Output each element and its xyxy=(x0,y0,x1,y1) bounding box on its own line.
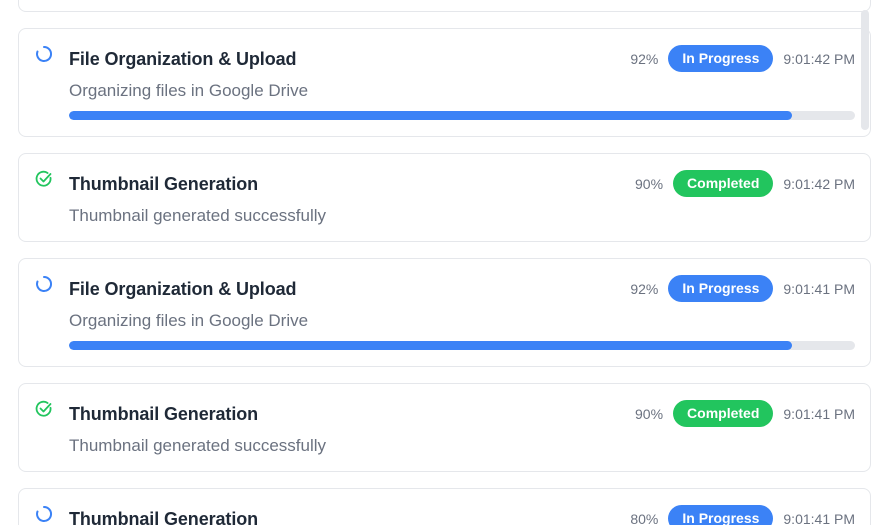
status-badge: Completed xyxy=(673,170,774,197)
activity-card: Thumbnail Generation Thumbnail generated… xyxy=(18,153,871,242)
activity-subtitle: Organizing files in Google Drive xyxy=(69,81,309,100)
activity-timestamp: 9:01:41 PM xyxy=(783,510,855,525)
activity-title: Thumbnail Generation xyxy=(69,404,259,424)
activity-percent: 92% xyxy=(630,280,659,297)
activity-percent: 90% xyxy=(635,405,664,422)
check-circle-icon xyxy=(35,170,52,187)
activity-log-list: File Organization & Upload Organizing fi… xyxy=(18,0,871,525)
status-badge: In Progress xyxy=(668,45,774,72)
scrollbar[interactable] xyxy=(861,10,869,130)
activity-meta: 92% In Progress 9:01:41 PM xyxy=(630,275,855,302)
status-badge: In Progress xyxy=(668,505,774,525)
activity-card-previous xyxy=(18,0,871,12)
activity-percent: 90% xyxy=(635,175,664,192)
activity-card: File Organization & Upload Organizing fi… xyxy=(18,28,871,137)
activity-meta: 92% In Progress 9:01:42 PM xyxy=(630,45,855,72)
progress-bar xyxy=(69,111,855,120)
activity-card: Thumbnail Generation Thumbnail generated… xyxy=(18,383,871,472)
activity-percent: 92% xyxy=(630,50,659,67)
activity-percent: 80% xyxy=(630,510,659,525)
status-badge: Completed xyxy=(673,400,774,427)
spinner-icon xyxy=(36,45,53,62)
activity-card: File Organization & Upload Organizing fi… xyxy=(18,258,871,367)
progress-bar xyxy=(69,341,855,350)
activity-timestamp: 9:01:41 PM xyxy=(783,280,855,297)
spinner-icon xyxy=(36,505,53,522)
activity-log-viewport: File Organization & Upload Organizing fi… xyxy=(0,0,887,525)
progress-bar-fill xyxy=(69,111,793,120)
activity-subtitle: Thumbnail generated successfully xyxy=(69,206,327,225)
spinner-icon xyxy=(36,275,53,292)
activity-timestamp: 9:01:42 PM xyxy=(783,50,855,67)
status-badge: In Progress xyxy=(668,275,774,302)
activity-timestamp: 9:01:42 PM xyxy=(783,175,855,192)
activity-card: Thumbnail Generation 80% In Progress 9:0… xyxy=(18,488,871,525)
activity-title: File Organization & Upload xyxy=(69,49,297,69)
activity-subtitle: Thumbnail generated successfully xyxy=(69,436,327,455)
check-circle-icon xyxy=(35,400,52,417)
activity-title: File Organization & Upload xyxy=(69,279,297,299)
activity-meta: 90% Completed 9:01:41 PM xyxy=(635,400,855,427)
activity-timestamp: 9:01:41 PM xyxy=(783,405,855,422)
activity-title: Thumbnail Generation xyxy=(69,509,259,525)
progress-bar-fill xyxy=(69,341,793,350)
activity-meta: 80% In Progress 9:01:41 PM xyxy=(630,505,855,525)
activity-subtitle: Organizing files in Google Drive xyxy=(69,311,309,330)
activity-meta: 90% Completed 9:01:42 PM xyxy=(635,170,855,197)
activity-title: Thumbnail Generation xyxy=(69,174,259,194)
